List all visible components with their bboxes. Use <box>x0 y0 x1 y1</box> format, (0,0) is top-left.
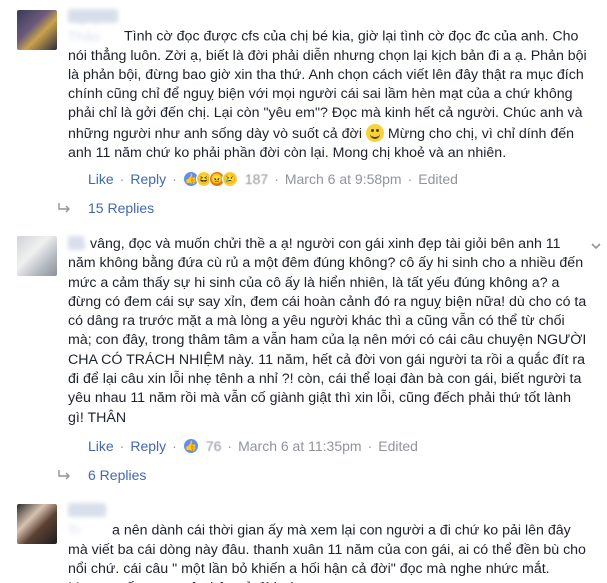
author-name[interactable]: Thảo Tr <box>68 503 106 539</box>
comment-actions: Like · Reply · 👍 😆 😠 😢 187 · March 6 at … <box>88 171 458 187</box>
comment-text: vâng, đọc và muốn chửi thề a ạ! người co… <box>68 236 587 426</box>
reaction-icons[interactable]: 👍 😆 😠 😢 <box>182 171 238 187</box>
author-name[interactable]: Hà <box>68 236 86 253</box>
comment-text: Tình cờ đọc được cfs của chị bé kia, giờ… <box>68 28 587 142</box>
comment-body: Thảo Tr a nên dành cái thời gian ấy mà xe… <box>68 503 588 583</box>
chevron-down-icon[interactable] <box>590 240 602 252</box>
comment-body: Hà vâng, đọc và muốn chửi thề a ạ! người … <box>68 235 588 428</box>
avatar[interactable] <box>17 504 57 544</box>
reply-arrow-icon <box>58 470 70 480</box>
comment-text: a nên dành cái thời gian ấy mà xem lại c… <box>68 522 586 583</box>
reply-arrow-icon <box>58 203 70 213</box>
view-replies-link[interactable]: 15 Replies <box>58 200 154 216</box>
timestamp[interactable]: March 6 at 11:35pm <box>238 438 361 454</box>
avatar[interactable] <box>17 236 57 276</box>
edited-label[interactable]: Edited <box>418 171 458 187</box>
replies-label: 6 Replies <box>88 467 147 483</box>
author-name[interactable]: Nguyễn Thảo <box>68 9 118 45</box>
reaction-count[interactable]: 187 <box>245 171 268 187</box>
comment-actions: Like · Reply · 👍 76 · March 6 at 11:35pm… <box>88 438 418 454</box>
like-link[interactable]: Like <box>88 438 114 454</box>
reaction-count[interactable]: 76 <box>206 438 222 454</box>
like-icon: 👍 <box>182 438 199 454</box>
comment-body: Nguyễn Thảo Tình cờ đọc được cfs của chị … <box>68 9 593 163</box>
replies-label: 15 Replies <box>88 200 155 216</box>
reaction-icons[interactable]: 👍 <box>182 438 199 454</box>
sad-icon: 😢 <box>221 171 238 187</box>
view-replies-link[interactable]: 6 Replies <box>58 467 146 483</box>
timestamp[interactable]: March 6 at 9:58pm <box>285 171 402 187</box>
reply-link[interactable]: Reply <box>130 438 166 454</box>
like-link[interactable]: Like <box>88 171 114 187</box>
reply-link[interactable]: Reply <box>130 171 166 187</box>
smile-emoji-icon <box>365 123 384 142</box>
edited-label[interactable]: Edited <box>378 438 418 454</box>
avatar[interactable] <box>17 10 57 50</box>
